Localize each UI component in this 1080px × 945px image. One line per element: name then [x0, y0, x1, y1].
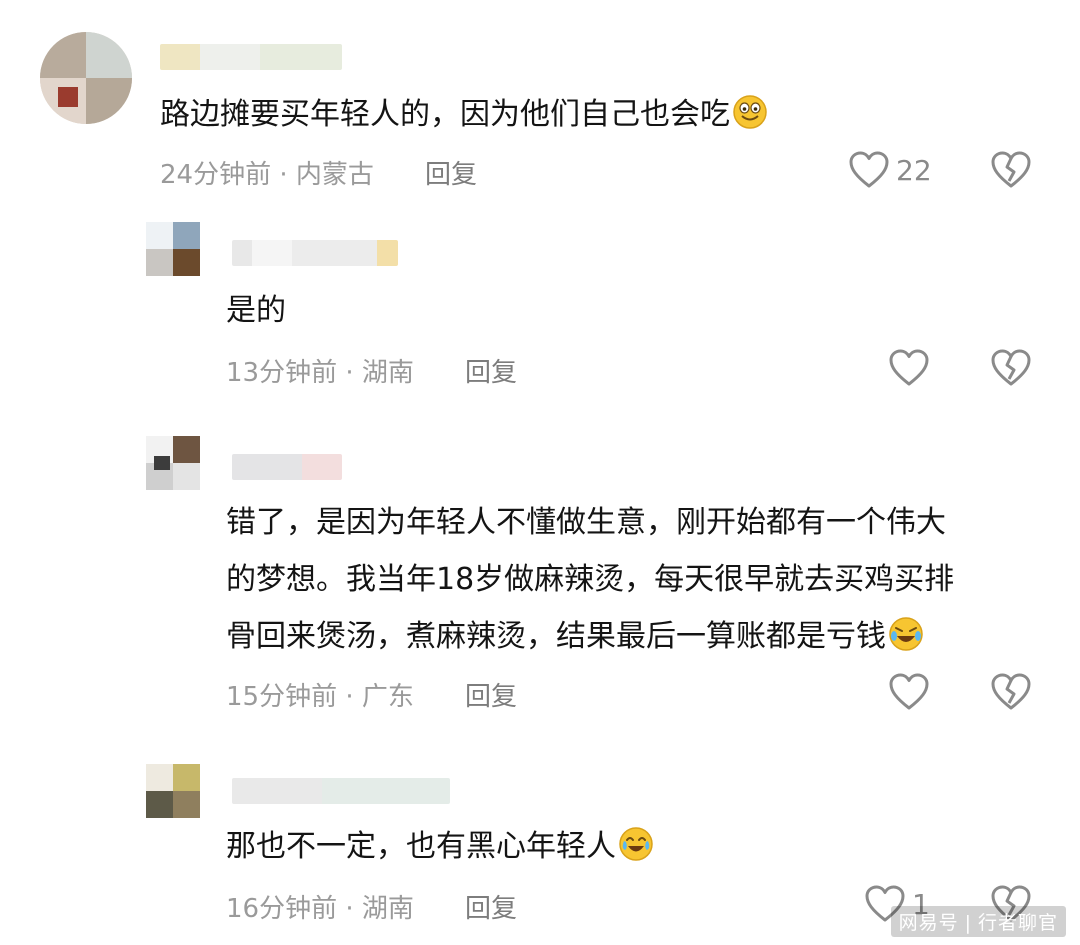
broken-heart-icon	[991, 349, 1031, 386]
meta-separator: ·	[345, 682, 354, 712]
comment-meta: 24分钟前 · 内蒙古	[160, 154, 374, 191]
comment-text: 那也不一定，也有黑心年轻人	[226, 818, 986, 875]
watermark-separator: |	[964, 912, 972, 934]
comment-time: 15分钟前	[226, 682, 338, 712]
comment-text-body: 那也不一定，也有黑心年轻人	[226, 829, 616, 864]
avatar[interactable]	[146, 436, 200, 490]
like-count: 22	[896, 153, 932, 187]
comment-text-body: 路边摊要买年轻人的，因为他们自己也会吃	[160, 97, 730, 132]
username-blurred[interactable]	[232, 778, 450, 804]
like-button[interactable]	[888, 672, 930, 712]
reply-button[interactable]: 回复	[465, 888, 517, 925]
avatar[interactable]	[146, 764, 200, 818]
username-blurred[interactable]	[232, 240, 398, 266]
comment-1: 路边摊要买年轻人的，因为他们自己也会吃 24分钟前 · 内蒙古 回复 22	[0, 0, 1080, 200]
crying-laughing-face-icon	[619, 827, 653, 861]
like-button[interactable]: 22	[848, 150, 932, 190]
watermark: 网易号 | 行者聊官	[890, 906, 1066, 937]
comment-text: 路边摊要买年轻人的，因为他们自己也会吃	[160, 86, 960, 143]
reply-comment-1: 是的 13分钟前 · 湖南 回复	[0, 200, 1080, 410]
dislike-button[interactable]	[990, 348, 1032, 392]
heart-outline-icon	[889, 673, 929, 710]
comment-time: 16分钟前	[226, 894, 338, 924]
watermark-brand: 网易号	[898, 912, 959, 934]
comment-meta: 15分钟前 · 广东	[226, 676, 414, 713]
comment-text-line: 骨回来煲汤，煮麻辣烫，结果最后一算账都是亏钱	[226, 619, 886, 654]
reply-button[interactable]: 回复	[465, 676, 517, 713]
comment-time: 13分钟前	[226, 358, 338, 388]
avatar[interactable]	[146, 222, 200, 276]
comment-meta: 16分钟前 · 湖南	[226, 888, 414, 925]
comment-location: 湖南	[361, 894, 414, 924]
reply-button[interactable]: 回复	[425, 154, 477, 191]
broken-heart-icon	[991, 151, 1031, 188]
comment-location: 内蒙古	[295, 160, 374, 190]
meta-separator: ·	[345, 894, 354, 924]
dislike-button[interactable]	[990, 150, 1032, 194]
comment-location: 广东	[361, 682, 414, 712]
rolling-laughing-face-icon	[889, 617, 923, 651]
comment-text: 是的	[226, 293, 286, 328]
meta-separator: ·	[279, 160, 288, 190]
heart-outline-icon	[849, 151, 889, 188]
avatar[interactable]	[40, 32, 132, 124]
dislike-button[interactable]	[990, 672, 1032, 716]
comment-text-line: 的梦想。我当年18岁做麻辣烫，每天很早就去买鸡买排	[226, 562, 955, 597]
comment-time: 24分钟前	[160, 160, 272, 190]
comment-meta: 13分钟前 · 湖南	[226, 352, 414, 389]
reply-button[interactable]: 回复	[465, 352, 517, 389]
watermark-author: 行者聊官	[977, 912, 1058, 934]
grinning-face-icon	[733, 95, 767, 129]
reply-comment-2: 错了，是因为年轻人不懂做生意，刚开始都有一个伟大 的梦想。我当年18岁做麻辣烫，…	[0, 410, 1080, 740]
comment-text: 错了，是因为年轻人不懂做生意，刚开始都有一个伟大 的梦想。我当年18岁做麻辣烫，…	[226, 494, 1046, 665]
username-blurred[interactable]	[160, 44, 342, 70]
comment-text-line: 错了，是因为年轻人不懂做生意，刚开始都有一个伟大	[226, 505, 946, 540]
broken-heart-icon	[991, 673, 1031, 710]
like-button[interactable]	[888, 348, 930, 388]
heart-outline-icon	[889, 349, 929, 386]
meta-separator: ·	[345, 358, 354, 388]
comment-location: 湖南	[361, 358, 414, 388]
username-blurred[interactable]	[232, 454, 342, 480]
